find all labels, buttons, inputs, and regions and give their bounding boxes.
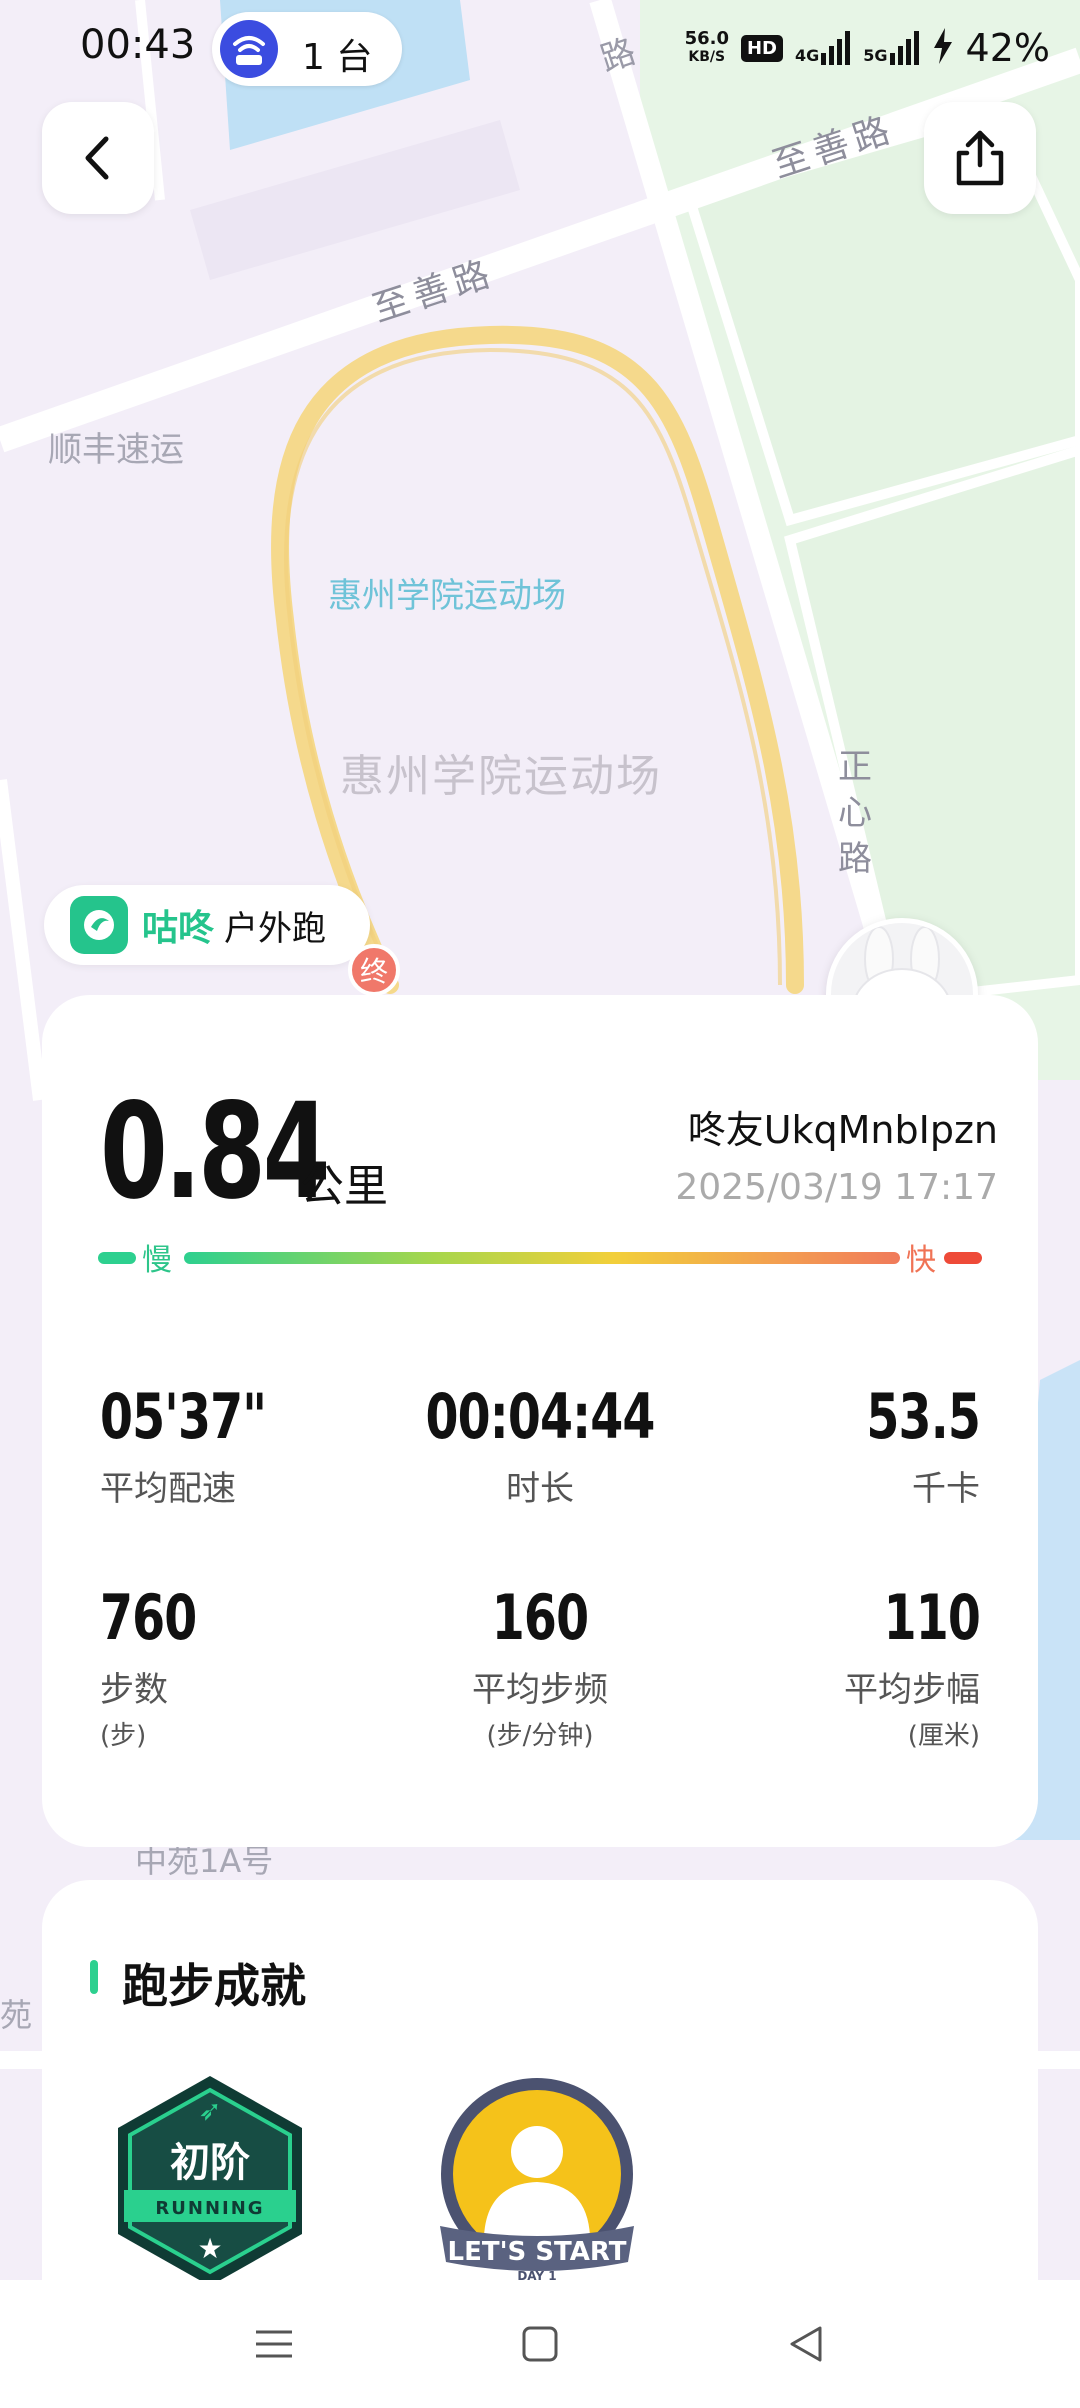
road-label-zhengxin: 正心路 <box>838 747 872 879</box>
back-nav-button[interactable] <box>776 2314 836 2374</box>
badge-lets-start[interactable]: LET'S START DAY 1 <box>432 2076 642 2286</box>
menu-icon <box>256 2330 292 2358</box>
distance-unit: 公里 <box>300 1161 388 1212</box>
badge1-top-text: 初阶 <box>170 2140 250 2186</box>
signal-4g-icon: 4G <box>795 31 851 65</box>
status-time: 00:43 <box>80 22 196 68</box>
pace-gradient-bar <box>184 1252 900 1264</box>
area-label-stadium: 惠州学院运动场 <box>340 751 662 802</box>
username[interactable]: 咚友UkqMnbIpzn <box>688 1099 998 1154</box>
achievements-title: 跑步成就 <box>122 1959 306 2013</box>
hd-voice-icon: HD <box>740 34 783 62</box>
metric-duration: 00:04:44 时长 <box>390 1380 690 1510</box>
avg-pace-value: 05'37" <box>100 1380 267 1453</box>
app-brand-name: 咕咚 <box>142 908 215 949</box>
steps-unit: (步) <box>100 1721 147 1751</box>
star-icon: ★ <box>197 2232 222 2265</box>
stride-value: 110 <box>883 1581 981 1654</box>
steps-label: 步数 <box>100 1670 168 1710</box>
router-icon <box>220 20 278 78</box>
pace-fast-dash <box>944 1252 982 1264</box>
calories-value: 53.5 <box>866 1380 980 1453</box>
battery-level: 42% <box>965 26 1050 70</box>
route-end-marker: 终 <box>348 944 400 996</box>
metric-calories: 53.5 千卡 <box>680 1380 980 1510</box>
pace-fast-label: 快 <box>906 1243 936 1278</box>
running-achievements-card: 跑步成就 ➶ 初阶 RUNNING ★ LET'S START DAY 1 <box>42 1880 1038 2300</box>
system-navigation-bar <box>0 2280 1080 2408</box>
duration-label: 时长 <box>506 1469 574 1509</box>
cadence-value: 160 <box>491 1581 589 1654</box>
cadence-label: 平均步频 <box>472 1670 608 1710</box>
menu-nav-button[interactable] <box>244 2314 304 2374</box>
poi-label-stadium: 惠州学院运动场 <box>328 576 566 616</box>
back-button[interactable] <box>42 102 154 214</box>
sport-type-label: 户外跑 <box>224 908 327 949</box>
signal-5g-icon: 5G <box>863 31 919 65</box>
badge-beginner-running[interactable]: ➶ 初阶 RUNNING ★ <box>110 2072 310 2292</box>
metric-steps: 760 步数 (步) <box>100 1581 400 1752</box>
app-source-pill: 咕咚 户外跑 <box>44 885 370 965</box>
status-indicators: 56.0 KB/S HD 4G 5G 42% <box>685 20 1050 76</box>
person-silhouette-icon <box>511 2126 563 2178</box>
home-nav-button[interactable] <box>510 2314 570 2374</box>
calories-label: 千卡 <box>912 1469 980 1509</box>
cadence-unit: (步/分钟) <box>486 1721 594 1751</box>
metric-stride: 110 平均步幅 (厘米) <box>680 1581 981 1752</box>
home-square-icon <box>522 2326 558 2362</box>
duration-value: 00:04:44 <box>425 1380 655 1453</box>
poi-label-courier: 顺丰速运 <box>48 430 184 470</box>
charging-icon <box>932 28 954 68</box>
badge2-ribbon-text: LET'S START <box>448 2237 627 2267</box>
distance-value: 0.84 <box>100 1075 330 1229</box>
avg-pace-label: 平均配速 <box>100 1469 236 1509</box>
stride-label: 平均步幅 <box>844 1670 980 1710</box>
device-count: 1 台 <box>302 37 373 78</box>
pace-slow-label: 慢 <box>142 1243 172 1278</box>
pace-gradient-legend: 慢 快 <box>98 1235 982 1279</box>
poi-label-left-edge: 苑 <box>0 1996 33 2034</box>
connected-device-pill[interactable]: 1 台 <box>212 12 402 86</box>
stride-unit: (厘米) <box>907 1721 980 1751</box>
share-icon <box>956 130 1004 186</box>
runner-icon: ➶ <box>198 2094 221 2127</box>
run-datetime: 2025/03/19 17:17 <box>675 1167 998 1208</box>
metric-cadence: 160 平均步频 (步/分钟) <box>390 1581 690 1752</box>
share-button[interactable] <box>924 102 1036 214</box>
network-speed: 56.0 KB/S <box>684 28 729 66</box>
chevron-left-icon <box>85 136 109 180</box>
steps-value: 760 <box>100 1581 197 1654</box>
codoon-logo-icon <box>70 896 128 954</box>
badge1-ribbon-text: RUNNING <box>155 2198 264 2219</box>
metric-avg-pace: 05'37" 平均配速 <box>100 1380 400 1510</box>
pace-slow-dash <box>98 1252 136 1264</box>
run-summary-card: 0.84 公里 咚友UkqMnbIpzn 2025/03/19 17:17 慢 … <box>42 995 1038 1847</box>
back-triangle-icon <box>790 2326 822 2362</box>
status-bar: 00:43 1 台 56.0 KB/S HD 4G 5G 42% <box>0 0 1080 100</box>
section-accent-bar <box>90 1960 98 1994</box>
